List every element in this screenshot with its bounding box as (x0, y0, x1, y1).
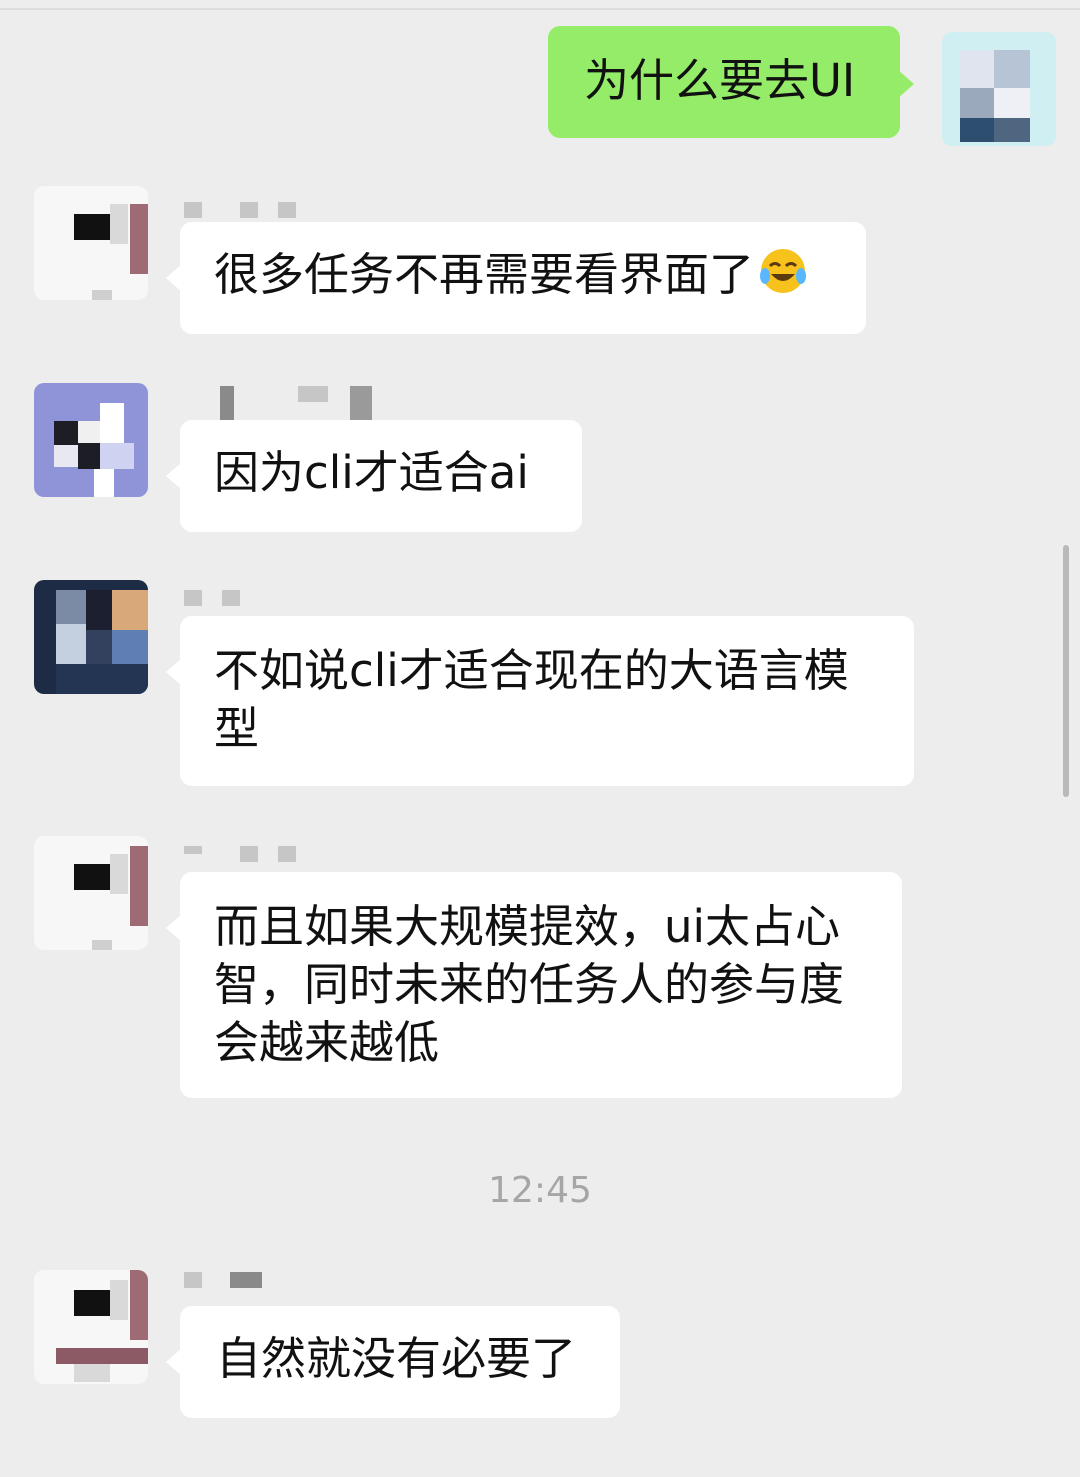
bubble-tail (166, 658, 182, 686)
self-avatar[interactable] (942, 32, 1056, 146)
message-bubble[interactable]: 不如说cli才适合现在的大语言模型 (166, 616, 914, 786)
sender-name-redacted (184, 846, 304, 868)
bubble-tail (166, 264, 182, 292)
sender-name-redacted (220, 386, 400, 420)
contact-avatar[interactable] (34, 1270, 148, 1384)
message-bubble-self[interactable]: 为什么要去UI (548, 26, 914, 138)
contact-avatar[interactable] (34, 186, 148, 300)
bubble-tail (166, 462, 182, 490)
scrollbar[interactable] (1063, 545, 1069, 797)
message-bubble[interactable]: 而且如果大规模提效，ui太占心智，同时未来的任务人的参与度会越来越低 (166, 872, 902, 1098)
face-with-tears-of-joy-icon (760, 249, 807, 293)
contact-avatar[interactable] (34, 383, 148, 497)
bubble-tail (898, 70, 914, 98)
message-text: 自然就没有必要了 (216, 1332, 577, 1385)
message-bubble[interactable]: 很多任务不再需要看界面了 (166, 222, 866, 334)
message-bubble[interactable]: 因为cli才适合ai (166, 420, 582, 532)
message-bubble[interactable]: 自然就没有必要了 (166, 1306, 620, 1418)
sender-name-redacted (184, 590, 264, 612)
bubble-tail (166, 914, 182, 942)
message-text: 而且如果大规模提效，ui太占心智，同时未来的任务人的参与度会越来越低 (214, 900, 845, 1069)
top-divider (0, 8, 1080, 10)
sender-name-redacted (184, 202, 304, 224)
message-text: 为什么要去UI (584, 54, 856, 107)
message-text: 因为cli才适合ai (214, 446, 529, 499)
contact-avatar[interactable] (34, 836, 148, 950)
contact-avatar[interactable] (34, 580, 148, 694)
timestamp: 12:45 (488, 1170, 592, 1211)
message-text: 很多任务不再需要看界面了 (214, 248, 755, 301)
sender-name-redacted (184, 1272, 304, 1294)
message-text: 不如说cli才适合现在的大语言模型 (214, 644, 849, 755)
bubble-tail (166, 1348, 182, 1376)
